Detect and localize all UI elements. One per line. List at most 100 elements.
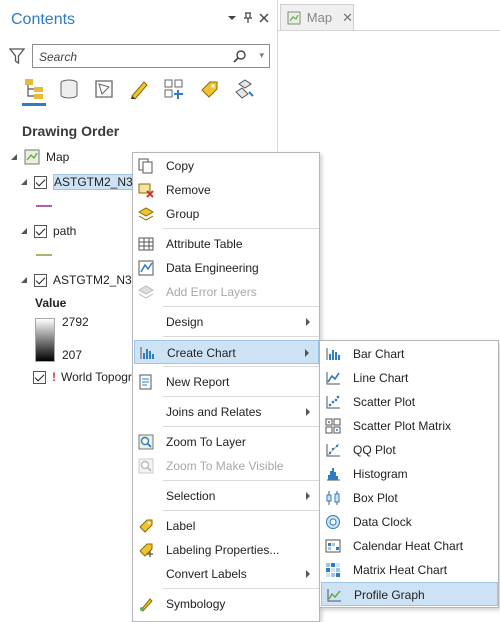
box-plot-icon: [326, 491, 340, 505]
create-chart-icon: [140, 347, 154, 359]
group-layers-icon: [138, 207, 154, 221]
list-by-labeling-icon[interactable]: [197, 76, 221, 102]
menu-item-zoom-to-layer[interactable]: Zoom To Layer: [134, 430, 319, 454]
map-node[interactable]: Map: [10, 147, 69, 167]
error-layers-icon: [138, 285, 154, 299]
layer-row[interactable]: ! World Topogr: [33, 367, 132, 387]
close-icon[interactable]: [256, 10, 272, 26]
search-dropdown-icon[interactable]: ▾: [259, 50, 264, 61]
path-line-symbol: [36, 254, 52, 256]
layer-name[interactable]: path: [53, 224, 76, 238]
submenu-item-label: Bar Chart: [353, 347, 405, 361]
profile-graph-icon: [327, 589, 341, 602]
collapse-triangle-icon[interactable]: [10, 153, 18, 161]
menu-separator: [163, 588, 319, 589]
close-tab-icon[interactable]: ✕: [342, 10, 353, 26]
elevation-color-ramp: [35, 318, 55, 362]
warning-icon: !: [52, 370, 56, 384]
list-by-snapping-icon[interactable]: [162, 76, 186, 102]
submenu-item-qq-plot[interactable]: QQ Plot: [321, 438, 498, 462]
options-dropdown-icon[interactable]: [224, 10, 240, 26]
menu-item-label-toggle[interactable]: Label: [134, 514, 319, 538]
list-by-source-icon[interactable]: [57, 76, 81, 102]
submenu-item-scatter-plot-matrix[interactable]: Scatter Plot Matrix: [321, 414, 498, 438]
submenu-item-histogram[interactable]: Histogram: [321, 462, 498, 486]
menu-item-new-report[interactable]: New Report: [134, 370, 319, 394]
filter-icon[interactable]: [8, 47, 26, 65]
menu-item-label: Data Engineering: [166, 261, 259, 275]
submenu-item-label: Data Clock: [353, 515, 412, 529]
submenu-item-data-clock[interactable]: Data Clock: [321, 510, 498, 534]
line-chart-icon: [326, 372, 340, 385]
menu-item-group[interactable]: Group: [134, 202, 319, 226]
menu-item-copy[interactable]: Copy: [134, 154, 319, 178]
list-by-drawing-order-icon[interactable]: [22, 76, 46, 106]
menu-item-label: Convert Labels: [166, 567, 247, 581]
layer-visibility-checkbox[interactable]: [34, 224, 47, 238]
map-node-label: Map: [46, 150, 70, 164]
submenu-arrow-icon: [306, 318, 310, 326]
layer-name[interactable]: World Topogr: [61, 370, 132, 384]
menu-separator: [163, 480, 319, 481]
menu-item-joins-and-relates[interactable]: Joins and Relates: [134, 400, 319, 424]
zoom-to-make-visible-icon: [138, 458, 154, 474]
submenu-item-line-chart[interactable]: Line Chart: [321, 366, 498, 390]
menu-separator: [163, 336, 319, 337]
search-icon[interactable]: [233, 49, 247, 63]
submenu-item-box-plot[interactable]: Box Plot: [321, 486, 498, 510]
layer-visibility-checkbox[interactable]: [33, 370, 46, 384]
bar-chart-icon: [326, 348, 340, 360]
copy-icon: [138, 158, 153, 174]
drawing-order-heading: Drawing Order: [22, 123, 120, 139]
attribute-table-icon: [138, 237, 154, 251]
menu-item-label: Attribute Table: [166, 237, 243, 251]
collapse-triangle-icon[interactable]: [20, 227, 28, 235]
menu-item-data-engineering[interactable]: Data Engineering: [134, 256, 319, 280]
list-by-selection-icon[interactable]: [92, 76, 116, 102]
menu-item-label: Group: [166, 207, 200, 221]
submenu-item-bar-chart[interactable]: Bar Chart: [321, 342, 498, 366]
map-view-divider: [278, 30, 500, 31]
histogram-icon: [327, 468, 340, 481]
submenu-item-label: Scatter Plot: [353, 395, 416, 409]
menu-item-remove[interactable]: Remove: [134, 178, 319, 202]
menu-item-label: Joins and Relates: [166, 405, 262, 419]
submenu-item-matrix-heat-chart[interactable]: Matrix Heat Chart: [321, 558, 498, 582]
layer-row[interactable]: ASTGTM2_N37E: [20, 270, 146, 290]
submenu-item-label: Profile Graph: [354, 588, 425, 602]
menu-item-design[interactable]: Design: [134, 310, 319, 334]
submenu-arrow-icon: [306, 570, 310, 578]
submenu-item-calendar-heat-chart[interactable]: Calendar Heat Chart: [321, 534, 498, 558]
data-clock-icon: [326, 515, 340, 529]
layer-context-menu: Copy Remove Group Attribute Table Data E…: [132, 152, 320, 622]
menu-item-symbology[interactable]: Symbology: [134, 592, 319, 616]
legend-low-value: 207: [62, 348, 83, 362]
layer-row[interactable]: path: [20, 221, 76, 241]
menu-item-attribute-table[interactable]: Attribute Table: [134, 232, 319, 256]
list-by-editing-icon[interactable]: [127, 76, 151, 102]
legend-high-value: 2792: [62, 315, 89, 329]
submenu-item-scatter-plot[interactable]: Scatter Plot: [321, 390, 498, 414]
remove-layer-icon: [138, 183, 154, 198]
label-icon: [139, 519, 153, 533]
menu-item-selection[interactable]: Selection: [134, 484, 319, 508]
menu-item-label: Copy: [166, 159, 195, 173]
pin-icon[interactable]: [240, 10, 256, 26]
menu-item-labeling-properties[interactable]: Labeling Properties...: [134, 538, 319, 562]
menu-item-label: Add Error Layers: [166, 285, 257, 299]
menu-separator: [163, 306, 319, 307]
list-perspective-imagery-icon[interactable]: [232, 76, 256, 102]
layer-visibility-checkbox[interactable]: [34, 175, 47, 189]
create-chart-submenu: Bar Chart Line Chart Scatter Plot Scatte…: [319, 340, 499, 608]
pane-title: Contents: [11, 11, 76, 28]
layer-visibility-checkbox[interactable]: [34, 273, 47, 287]
collapse-triangle-icon[interactable]: [20, 276, 28, 284]
submenu-item-profile-graph[interactable]: Profile Graph: [321, 582, 498, 606]
search-input[interactable]: Search ▾: [32, 44, 270, 68]
zoom-to-layer-icon: [138, 434, 154, 450]
collapse-triangle-icon[interactable]: [20, 178, 28, 186]
menu-item-convert-labels[interactable]: Convert Labels: [134, 562, 319, 586]
tab-map[interactable]: Map ✕: [280, 4, 354, 30]
menu-item-create-chart[interactable]: Create Chart: [134, 340, 319, 364]
submenu-item-label: Scatter Plot Matrix: [353, 419, 452, 433]
